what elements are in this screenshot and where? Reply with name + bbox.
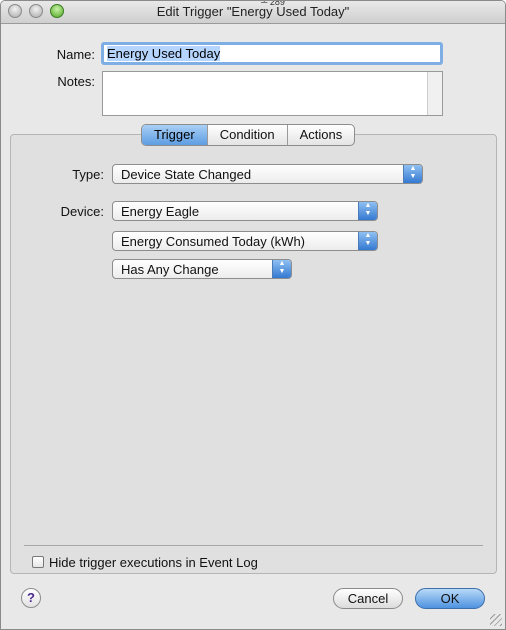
device-label: Device:	[60, 204, 104, 219]
popup-arrows-icon: ▲ ▼	[358, 202, 377, 220]
change-popup[interactable]: Has Any Change ▲ ▼	[112, 259, 292, 279]
device-popup-value: Energy Eagle	[121, 204, 200, 219]
edit-trigger-dialog: Edit Trigger "Energy Used Today" ┴ 289 N…	[0, 0, 506, 630]
name-field[interactable]: Energy Used Today	[101, 42, 443, 65]
title-bar: Edit Trigger "Energy Used Today" ┴ 289	[1, 1, 505, 24]
ok-button[interactable]: OK	[415, 588, 485, 609]
name-field-value: Energy Used Today	[107, 46, 221, 61]
cancel-button[interactable]: Cancel	[333, 588, 403, 609]
state-popup-value: Energy Consumed Today (kWh)	[121, 234, 306, 249]
divider	[24, 545, 483, 546]
type-popup[interactable]: Device State Changed ▲ ▼	[112, 164, 423, 184]
type-popup-value: Device State Changed	[121, 167, 252, 182]
change-popup-value: Has Any Change	[121, 262, 219, 277]
state-popup[interactable]: Energy Consumed Today (kWh) ▲ ▼	[112, 231, 378, 251]
name-label: Name:	[56, 47, 95, 62]
tab-condition[interactable]: Condition	[206, 125, 287, 145]
window-title: Edit Trigger "Energy Used Today"	[156, 4, 350, 19]
popup-arrows-icon: ▲ ▼	[272, 260, 291, 278]
cursor-readout-value: 289	[269, 0, 285, 7]
hide-executions-label: Hide trigger executions in Event Log	[49, 555, 258, 570]
notes-field[interactable]	[102, 71, 443, 116]
help-button[interactable]: ?	[21, 588, 41, 608]
trigger-panel	[10, 134, 497, 574]
type-label: Type:	[72, 167, 104, 182]
resize-grip-icon[interactable]	[490, 614, 502, 626]
tab-bar: Trigger Condition Actions	[141, 124, 356, 146]
tab-actions[interactable]: Actions	[286, 125, 355, 145]
notes-scrollbar[interactable]	[427, 72, 442, 115]
popup-arrows-icon: ▲ ▼	[358, 232, 377, 250]
device-popup[interactable]: Energy Eagle ▲ ▼	[112, 201, 378, 221]
cursor-readout: ┴ 289	[261, 0, 285, 7]
hide-executions-checkbox[interactable]	[32, 556, 44, 568]
popup-arrows-icon: ▲ ▼	[403, 165, 422, 183]
notes-label: Notes:	[57, 74, 95, 89]
tab-trigger[interactable]: Trigger	[142, 125, 207, 145]
help-icon: ?	[27, 590, 35, 605]
